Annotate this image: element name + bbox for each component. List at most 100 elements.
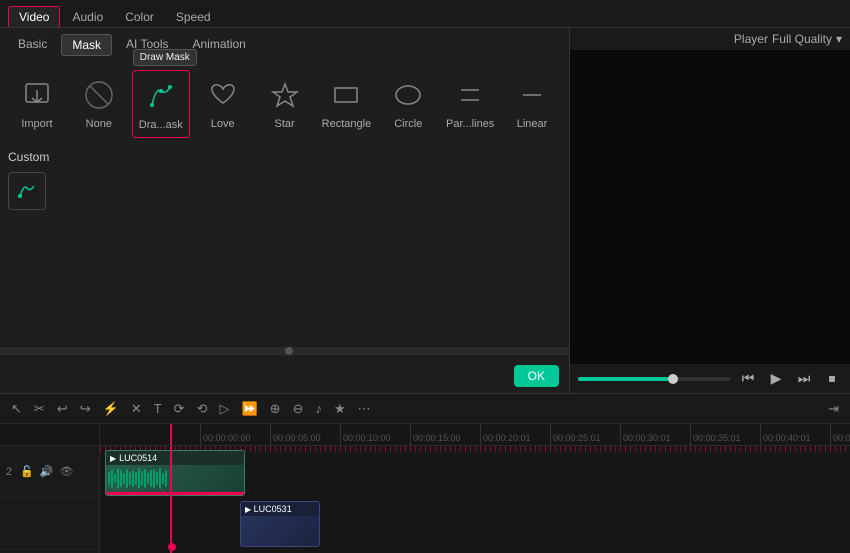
custom-draw-tool[interactable] [8, 172, 46, 210]
mask-draw[interactable]: Dra...ask Draw Mask [132, 70, 190, 138]
rectangle-label: Rectangle [322, 118, 372, 130]
ruler-0: 00:00:00:00 [200, 424, 270, 445]
tab-color[interactable]: Color [115, 7, 164, 27]
mask-rectangle[interactable]: Rectangle [318, 70, 376, 138]
mask-none[interactable]: None [70, 70, 128, 138]
subtab-basic[interactable]: Basic [8, 34, 57, 56]
ruler-5: 00:00:25:01 [550, 424, 620, 445]
custom-section: Custom [8, 150, 561, 210]
tl-tool-more[interactable]: ⋯ [355, 401, 374, 417]
love-label: Love [211, 118, 235, 130]
player-controls: ⏮ ▶ ⏭ ⏹ [570, 364, 850, 393]
custom-label: Custom [8, 150, 561, 164]
ruler-7: 00:00:35:01 [690, 424, 760, 445]
tl-tool-zoom-in[interactable]: ⊕ [267, 401, 284, 417]
tab-speed[interactable]: Speed [166, 7, 221, 27]
linear-icon [513, 76, 551, 114]
chevron-down-icon[interactable]: ▾ [836, 32, 842, 46]
ruler-1: 00:00:05:00 [270, 424, 340, 445]
tl-tool-undo[interactable]: ↩ [54, 401, 71, 417]
player-quality[interactable]: Full Quality [772, 32, 832, 46]
tl-tool-speed[interactable]: ⏩ [238, 401, 260, 417]
tracks-content: ▶ LUC0514 [100, 446, 850, 553]
par-lines-icon [451, 76, 489, 114]
tl-tool-redo[interactable]: ↪ [77, 401, 94, 417]
ruler-6: 00:00:30:01 [620, 424, 690, 445]
tl-tool-cut[interactable]: ✂ [31, 401, 48, 417]
none-icon [80, 76, 118, 114]
timeline-content: 2 🔓 🔊 👁 00:00:00:00 00:00:05:00 00:00:10… [0, 424, 850, 553]
tl-tool-flip[interactable]: ⟲ [194, 401, 211, 417]
linear-label: Linear [517, 118, 548, 130]
mask-love[interactable]: Love [194, 70, 252, 138]
tl-tool-rotate[interactable]: ⟳ [171, 401, 188, 417]
none-label: None [86, 118, 112, 130]
video-clip-1[interactable]: ▶ LUC0514 [105, 450, 245, 496]
timeline-ruler: 00:00:00:00 00:00:05:00 00:00:10:00 00:0… [100, 424, 850, 446]
import-label: Import [21, 118, 52, 130]
tl-tool-split[interactable]: ⚡ [100, 401, 122, 417]
player-title: Player [734, 32, 768, 46]
waveform-bars-1 [108, 467, 167, 490]
fast-forward-button[interactable]: ⏭ [794, 370, 814, 387]
clip-1-bottom [106, 492, 244, 495]
tab-video[interactable]: Video [8, 6, 60, 27]
stop-button[interactable]: ⏹ [822, 370, 842, 387]
import-icon [18, 76, 56, 114]
tl-tool-fx[interactable]: ★ [331, 401, 349, 417]
progress-bar[interactable] [578, 377, 730, 381]
playhead-ruler [170, 424, 172, 445]
clip-2-header: ▶ LUC0531 [241, 502, 319, 516]
track-lock-icon[interactable]: 🔓 [20, 465, 34, 478]
rewind-button[interactable]: ⏮ [738, 370, 758, 387]
ok-button-area: OK [0, 359, 569, 393]
ruler-3: 00:00:15:00 [410, 424, 480, 445]
video-clip-2[interactable]: ▶ LUC0531 [240, 501, 320, 547]
play-button[interactable]: ▶ [766, 370, 786, 387]
clip-1-header: ▶ LUC0514 [106, 451, 244, 465]
right-panel: Player Full Quality ▾ ⏮ ▶ ⏭ ⏹ [570, 28, 850, 393]
track-audio-icon[interactable]: 🔊 [40, 465, 54, 478]
tl-tool-zoom-out[interactable]: ⊖ [290, 401, 307, 417]
progress-fill [578, 377, 669, 381]
tl-tool-delete[interactable]: ✕ [128, 401, 145, 417]
circle-icon [389, 76, 427, 114]
ok-button[interactable]: OK [514, 365, 559, 387]
tl-tool-audio[interactable]: ♪ [312, 401, 325, 416]
player-screen [570, 50, 850, 364]
track-3-controls [0, 498, 99, 550]
subtab-mask[interactable]: Mask [61, 34, 112, 56]
draw-mask-label: Dra...ask [139, 119, 183, 131]
mask-star[interactable]: Star [256, 70, 314, 138]
ruler-2: 00:00:10:00 [340, 424, 410, 445]
rectangle-icon [327, 76, 365, 114]
ruler-marks: 00:00:00:00 00:00:05:00 00:00:10:00 00:0… [100, 424, 850, 445]
top-tab-bar: Video Audio Color Speed [0, 0, 850, 28]
clip-2-icon: ▶ [245, 505, 251, 514]
mask-linear[interactable]: Linear [503, 70, 561, 138]
scroll-bar[interactable] [0, 347, 569, 355]
progress-thumb[interactable] [668, 374, 678, 384]
star-icon [266, 76, 304, 114]
clip-2-name: LUC0531 [254, 504, 292, 514]
mask-import[interactable]: Import [8, 70, 66, 138]
mask-tools-area: Import None [0, 62, 569, 343]
tl-tool-text[interactable]: T [151, 401, 165, 416]
circle-label: Circle [394, 118, 422, 130]
sub-tab-bar: Basic Mask AI Tools Animation [0, 28, 569, 62]
tl-tool-end[interactable]: ⇥ [825, 401, 842, 417]
tab-audio[interactable]: Audio [62, 7, 113, 27]
mask-circle[interactable]: Circle [379, 70, 437, 138]
mask-par-lines[interactable]: Par...lines [441, 70, 499, 138]
playhead-line [170, 446, 172, 553]
clip-1-name: LUC0514 [119, 453, 157, 463]
track-scroll-area[interactable]: 00:00:00:00 00:00:05:00 00:00:10:00 00:0… [100, 424, 850, 553]
star-label: Star [274, 118, 294, 130]
clip-1-icon: ▶ [110, 454, 116, 463]
scroll-indicator [285, 347, 293, 355]
ruler-9: 00:00:45: [830, 424, 850, 445]
tl-tool-select[interactable]: ↖ [8, 401, 25, 417]
track-eye-icon[interactable]: 👁 [60, 465, 74, 478]
tl-tool-play[interactable]: ▷ [216, 401, 232, 417]
left-panel: Basic Mask AI Tools Animation [0, 28, 570, 393]
